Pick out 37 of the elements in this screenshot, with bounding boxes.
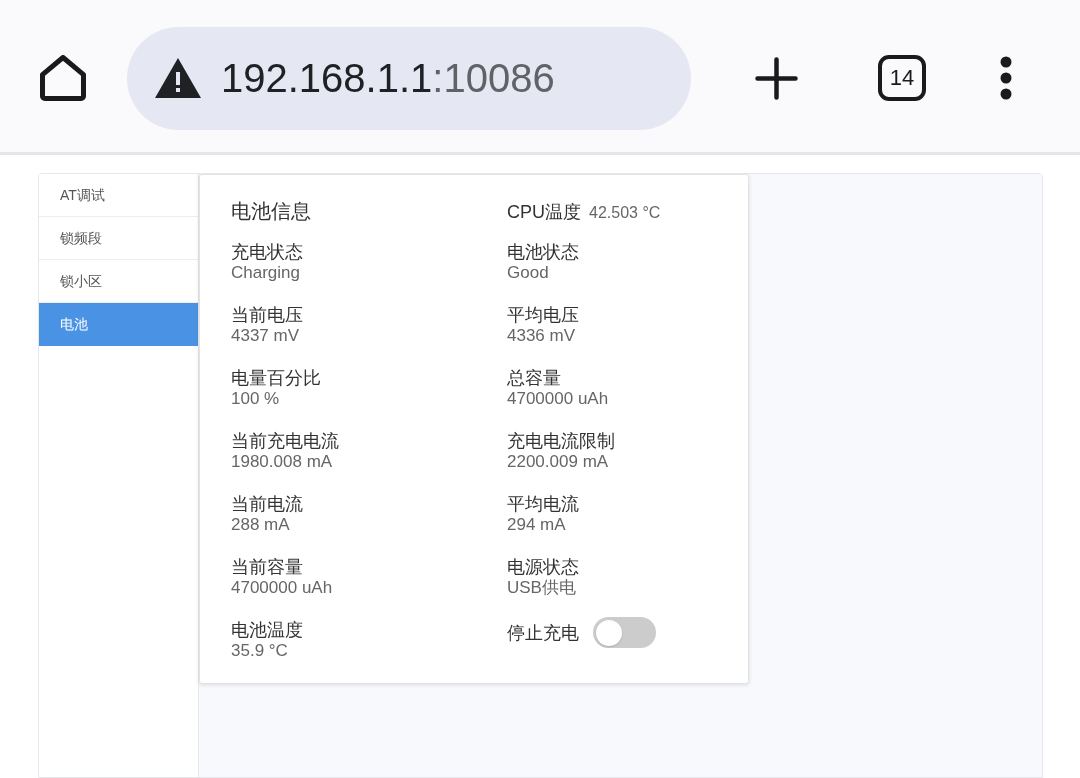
field-label: 总容量 bbox=[507, 367, 561, 389]
field-value: Charging bbox=[231, 263, 300, 283]
field-label: 当前充电电流 bbox=[231, 430, 339, 452]
field-value: 4700000 uAh bbox=[231, 578, 333, 598]
field-label: 当前电流 bbox=[231, 493, 303, 515]
plus-icon[interactable] bbox=[755, 56, 798, 100]
field-value: 100 % bbox=[231, 389, 280, 409]
field-value: 294 mA bbox=[507, 515, 566, 535]
warning-icon[interactable] bbox=[155, 58, 201, 98]
field-label: 充电状态 bbox=[231, 241, 303, 263]
field-label: 电池状态 bbox=[507, 241, 579, 263]
home-icon[interactable] bbox=[40, 55, 86, 101]
field-label: 充电电流限制 bbox=[507, 430, 615, 452]
tab-count-button[interactable]: 14 bbox=[878, 55, 926, 101]
field-label: 停止充电 bbox=[507, 621, 579, 644]
field-value: 4700000 uAh bbox=[507, 389, 609, 409]
field-value: USB供电 bbox=[507, 578, 576, 598]
toggle-switch[interactable] bbox=[593, 617, 656, 648]
field-value: 288 mA bbox=[231, 515, 290, 535]
field-label: 当前容量 bbox=[231, 556, 303, 578]
field-value: Good bbox=[507, 263, 549, 283]
field-label: 电源状态 bbox=[507, 556, 579, 578]
field-value: 35.9 °C bbox=[231, 641, 288, 661]
panel-title: 电池信息 bbox=[231, 199, 312, 224]
field-value: 2200.009 mA bbox=[507, 452, 609, 472]
field-label: 当前电压 bbox=[231, 304, 303, 326]
address-bar[interactable]: 192.168.1.1:10086 bbox=[127, 26, 691, 130]
field-value: 42.503 °C bbox=[589, 203, 661, 223]
field-label: 平均电压 bbox=[507, 304, 579, 326]
field-label: CPU温度 bbox=[507, 201, 581, 224]
field-value: 4337 mV bbox=[231, 326, 300, 346]
field-label: 电池温度 bbox=[231, 619, 303, 641]
field-value: 4336 mV bbox=[507, 326, 576, 346]
field-value: 1980.008 mA bbox=[231, 452, 333, 472]
more-menu-icon[interactable] bbox=[1000, 56, 1012, 100]
field-label: 平均电流 bbox=[507, 493, 579, 515]
field-label: 电量百分比 bbox=[231, 367, 321, 389]
